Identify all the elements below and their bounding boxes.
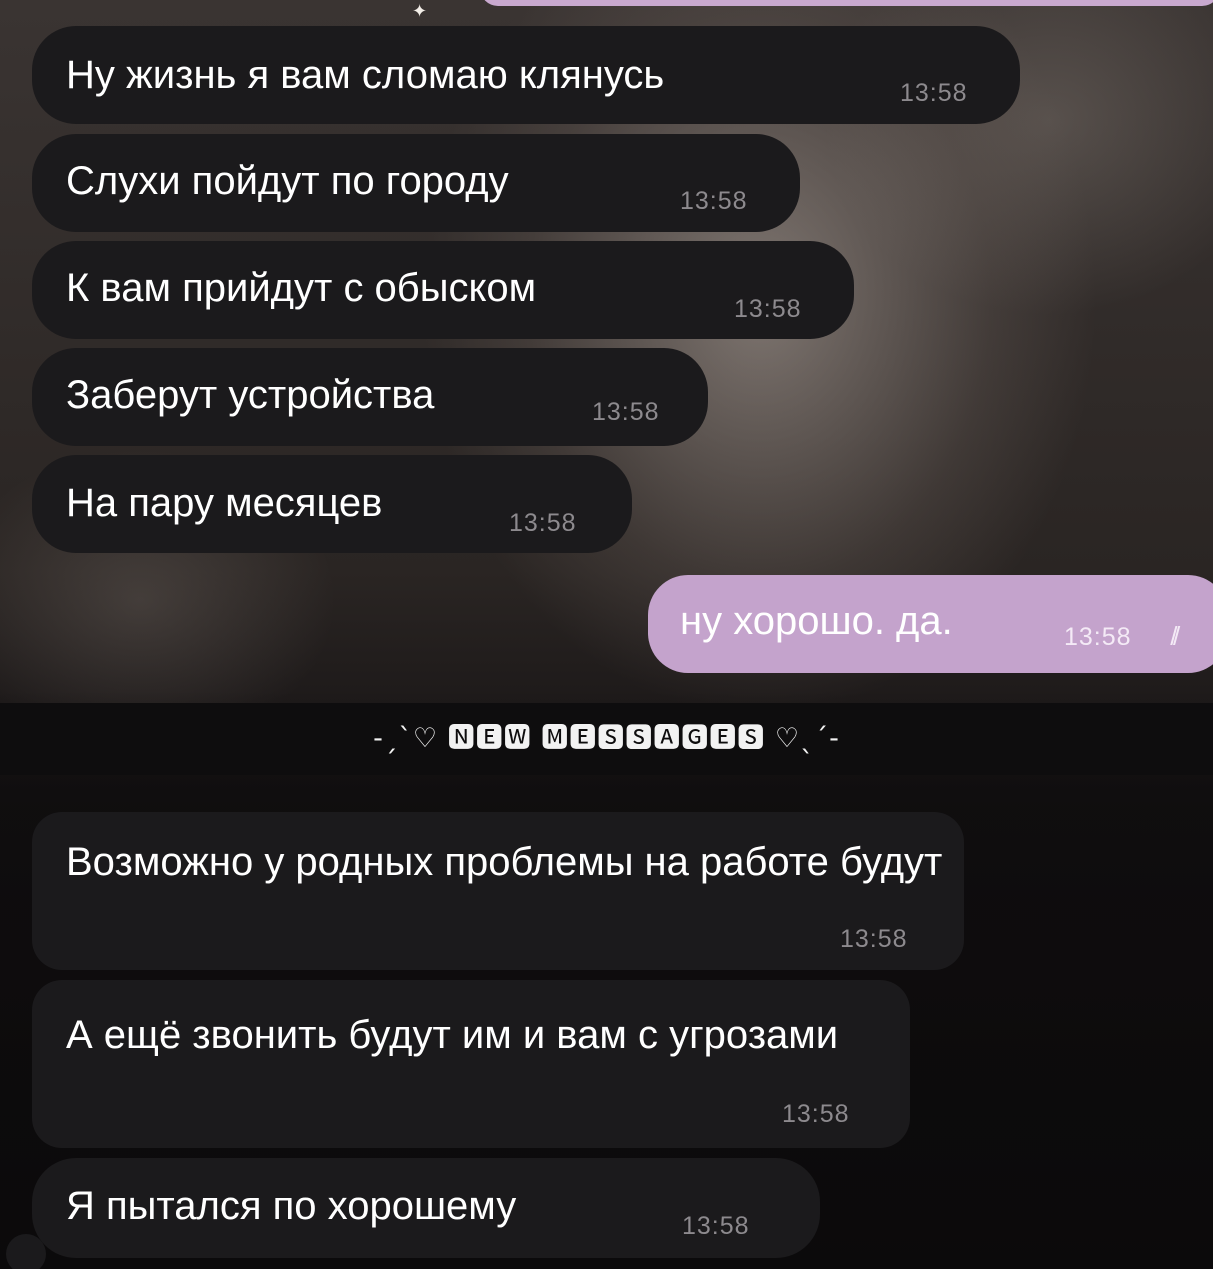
message-time: 13:58 <box>682 1212 750 1240</box>
message-text: А ещё звонить будут им и вам с угрозами <box>66 1013 839 1057</box>
message-text: Ну жизнь я вам сломаю клянусь <box>66 53 665 97</box>
message-text: ну хорошо. да. <box>680 599 953 643</box>
outgoing-message-bubble-partial[interactable] <box>480 0 1213 6</box>
chat-screen: ✦ Ну жизнь я вам сломаю клянусь 13:58 Сл… <box>0 0 1213 1269</box>
message-text: На пару месяцев <box>66 481 383 525</box>
message-time: 13:58 <box>734 295 802 323</box>
incoming-message[interactable]: А ещё звонить будут им и вам с угрозами … <box>32 980 910 1148</box>
message-time: 13:58 <box>509 509 577 537</box>
message-time: 13:58 <box>1064 623 1132 651</box>
message-text: К вам прийдут с обыском <box>66 266 537 310</box>
message-text: Заберут устройства <box>66 373 435 417</box>
message-time: 13:58 <box>900 79 968 107</box>
bubble-tail <box>6 1234 46 1269</box>
incoming-message[interactable]: Слухи пойдут по городу 13:58 <box>32 134 800 232</box>
incoming-message[interactable]: Ну жизнь я вам сломаю клянусь 13:58 <box>32 26 1020 124</box>
incoming-message[interactable]: Возможно у родных проблемы на работе буд… <box>32 812 964 970</box>
incoming-message[interactable]: Заберут устройства 13:58 <box>32 348 708 446</box>
message-text: Возможно у родных проблемы на работе буд… <box>66 840 943 884</box>
message-time: 13:58 <box>592 398 660 426</box>
message-text: Я пытался по хорошему <box>66 1184 517 1228</box>
incoming-message[interactable]: На пару месяцев 13:58 <box>32 455 632 553</box>
incoming-message[interactable]: Я пытался по хорошему 13:58 <box>32 1158 820 1258</box>
message-time: 13:58 <box>840 925 908 953</box>
message-time: 13:58 <box>782 1100 850 1128</box>
message-text: Слухи пойдут по городу <box>66 159 509 203</box>
sparkle-icon: ✦ <box>412 1 428 21</box>
new-messages-divider: -ˏˋ♡ 🅽🅴🆆 🅼🅴🆂🆂🅰🅶🅴🆂 ♡ˎˊ- <box>0 703 1213 775</box>
message-time: 13:58 <box>680 187 748 215</box>
outgoing-message[interactable]: ну хорошо. да. 13:58 // <box>648 575 1213 673</box>
new-messages-label: -ˏˋ♡ 🅽🅴🆆 🅼🅴🆂🆂🅰🅶🅴🆂 ♡ˎˊ- <box>373 723 840 754</box>
incoming-message[interactable]: К вам прийдут с обыском 13:58 <box>32 241 854 339</box>
